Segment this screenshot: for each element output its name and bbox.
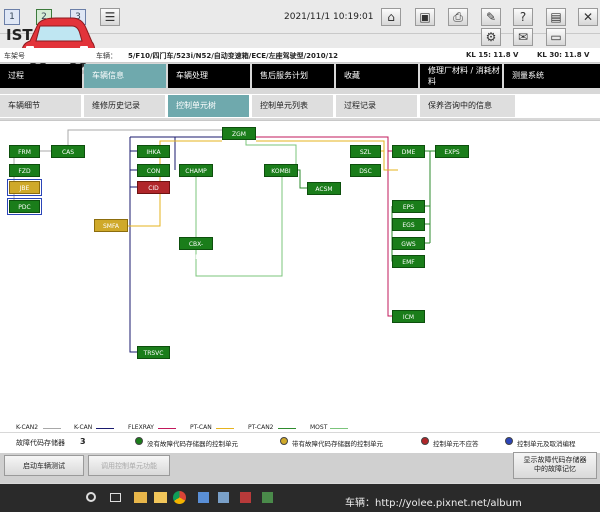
legend-most: MOST	[310, 424, 328, 431]
legend-pt-can2: PT-CAN2	[248, 424, 274, 431]
ecu-node-eps[interactable]: EPS	[392, 200, 425, 213]
taskbar-app4-icon[interactable]	[262, 492, 273, 503]
ecu-node-pdc[interactable]: PDC	[7, 198, 42, 215]
legend-red-dot	[421, 437, 429, 445]
call-ecu-function-button[interactable]: 调用控制单元功能	[88, 455, 170, 476]
ecu-node-exps[interactable]: EXPS	[435, 145, 469, 158]
taskbar-folder-icon[interactable]	[154, 492, 167, 503]
legend-flexray: FLEXRAY	[128, 424, 154, 431]
ecu-node-cbx-media[interactable]: CBX-MEDIA	[179, 237, 213, 261]
legend-line-most	[330, 428, 348, 429]
ecu-node-cid[interactable]: CID	[137, 181, 170, 194]
ecu-node-kombi[interactable]: KOMBI	[264, 164, 298, 177]
legend-line-flexray	[158, 428, 176, 429]
ecu-node-cas[interactable]: CAS	[51, 145, 85, 158]
taskbar-app2-icon[interactable]	[218, 492, 229, 503]
show-fault-memory-button[interactable]: 显示故障代码存储器 中的故障记忆	[513, 452, 597, 479]
legend-line-pt-can	[216, 428, 234, 429]
ecu-node-fzd[interactable]: FZD	[9, 164, 40, 177]
ecu-node-champ[interactable]: CHAMP	[179, 164, 213, 177]
ecu-node-gws[interactable]: GWS	[392, 237, 425, 250]
ecu-node-emf[interactable]: EMF	[392, 255, 425, 268]
ecu-node-trsvc[interactable]: TRSVC	[137, 346, 170, 359]
legend-no-fault: 没有故障代码存储器的控制单元	[147, 440, 238, 448]
ecu-node-acsm[interactable]: ACSM	[307, 182, 341, 195]
legend-green-dot	[135, 437, 143, 445]
taskbar-app-icon[interactable]	[198, 492, 209, 503]
taskbar-taskview-icon[interactable]	[110, 493, 121, 502]
legend-blue-dot	[505, 437, 513, 445]
taskbar-files-icon[interactable]	[134, 492, 147, 503]
ecu-node-ihka[interactable]: IHKA	[137, 145, 170, 158]
taskbar-search-icon[interactable]	[86, 492, 96, 502]
ecu-node-jbe[interactable]: JBE	[7, 179, 42, 196]
ecu-node-dme[interactable]: DME	[392, 145, 425, 158]
legend-with-fault: 带有故障代码存储器的控制单元	[292, 440, 383, 448]
fault-memory-label: 故障代码存储器	[16, 439, 65, 447]
ecu-node-egs[interactable]: EGS	[392, 218, 425, 231]
legend-deprogrammed: 控制单元及取消编程	[517, 440, 576, 448]
ecu-node-szl[interactable]: SZL	[350, 145, 381, 158]
ecu-node-dsc[interactable]: DSC	[350, 164, 381, 177]
legend-k-can: K-CAN	[74, 424, 93, 431]
legend-yellow-dot	[280, 437, 288, 445]
legend-no-response: 控制单元不应答	[433, 440, 479, 448]
start-vehicle-test-button[interactable]: 启动车辆测试	[4, 455, 84, 476]
show-fault-memory-line2: 中的故障记忆	[534, 465, 576, 473]
ecu-node-frm[interactable]: FRM	[9, 145, 40, 158]
legend-pt-can: PT-CAN	[190, 424, 212, 431]
ecu-node-zgm[interactable]: ZGM	[222, 127, 256, 140]
ecu-node-con[interactable]: CON	[137, 164, 170, 177]
show-fault-memory-line1: 显示故障代码存储器	[523, 456, 587, 464]
ecu-node-smfa[interactable]: SMFA	[94, 219, 128, 232]
fault-memory-count: 3	[80, 437, 86, 446]
taskbar-app3-icon[interactable]	[240, 492, 251, 503]
legend-k-can2: K-CAN2	[16, 424, 39, 431]
ecu-node-icm[interactable]: ICM	[392, 310, 425, 323]
legend-line-k-can2	[43, 428, 61, 429]
legend-line-k-can	[96, 428, 114, 429]
legend-line-pt-can2	[278, 428, 296, 429]
taskbar-chrome-icon[interactable]	[173, 491, 186, 504]
watermark: 车辆：http://yolee.pixnet.net/album	[345, 498, 522, 509]
